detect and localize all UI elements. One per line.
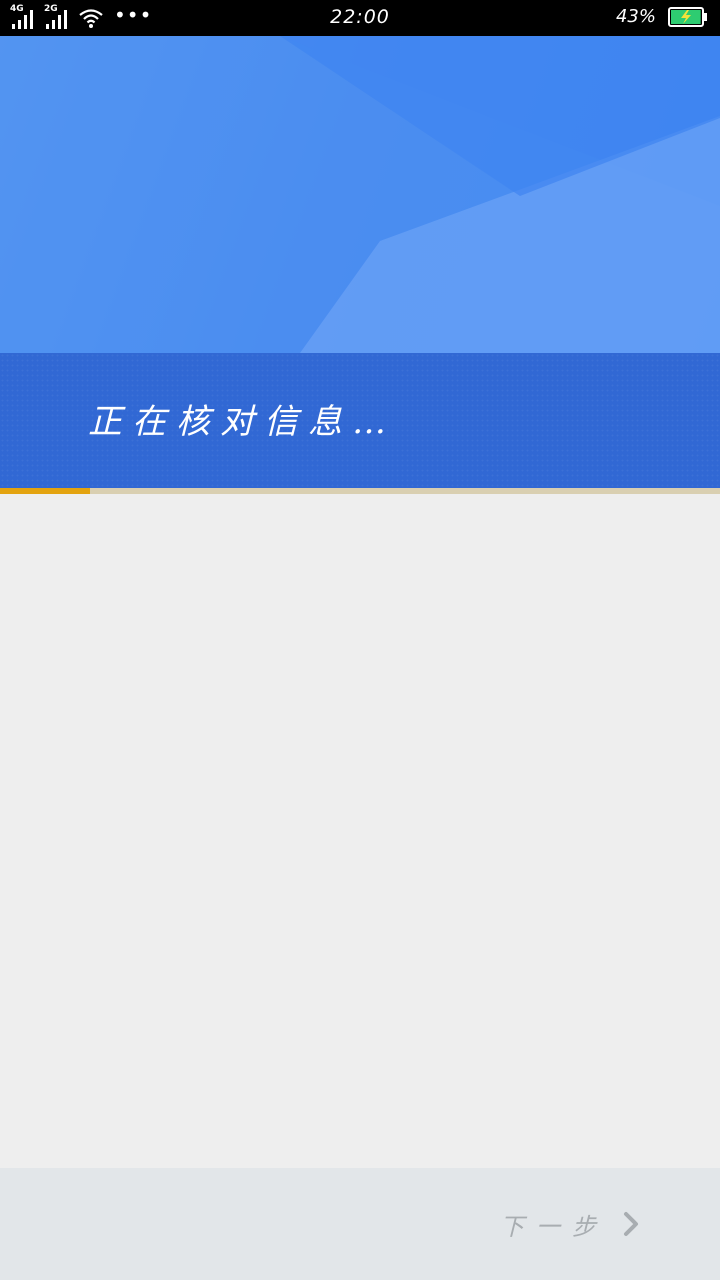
- content-area: [0, 494, 720, 1168]
- status-bar: 4G 2G ••• 22:00 43%: [0, 0, 720, 36]
- battery-percent: 43%: [615, 6, 656, 27]
- screen: 4G 2G ••• 22:00 43% 正在核对信息… 下一步: [0, 0, 720, 1280]
- status-time: 22:00: [330, 6, 390, 28]
- verifying-status-text: 正在核对信息…: [88, 402, 396, 442]
- header-banner: [0, 36, 720, 353]
- chevron-right-icon: [624, 1212, 638, 1236]
- header-decoration: [0, 36, 720, 353]
- next-step-label: 下一步: [500, 1212, 608, 1241]
- battery-charging-icon: [668, 6, 707, 27]
- next-step-button[interactable]: 下一步: [500, 1204, 640, 1244]
- status-right: 43%: [616, 6, 708, 27]
